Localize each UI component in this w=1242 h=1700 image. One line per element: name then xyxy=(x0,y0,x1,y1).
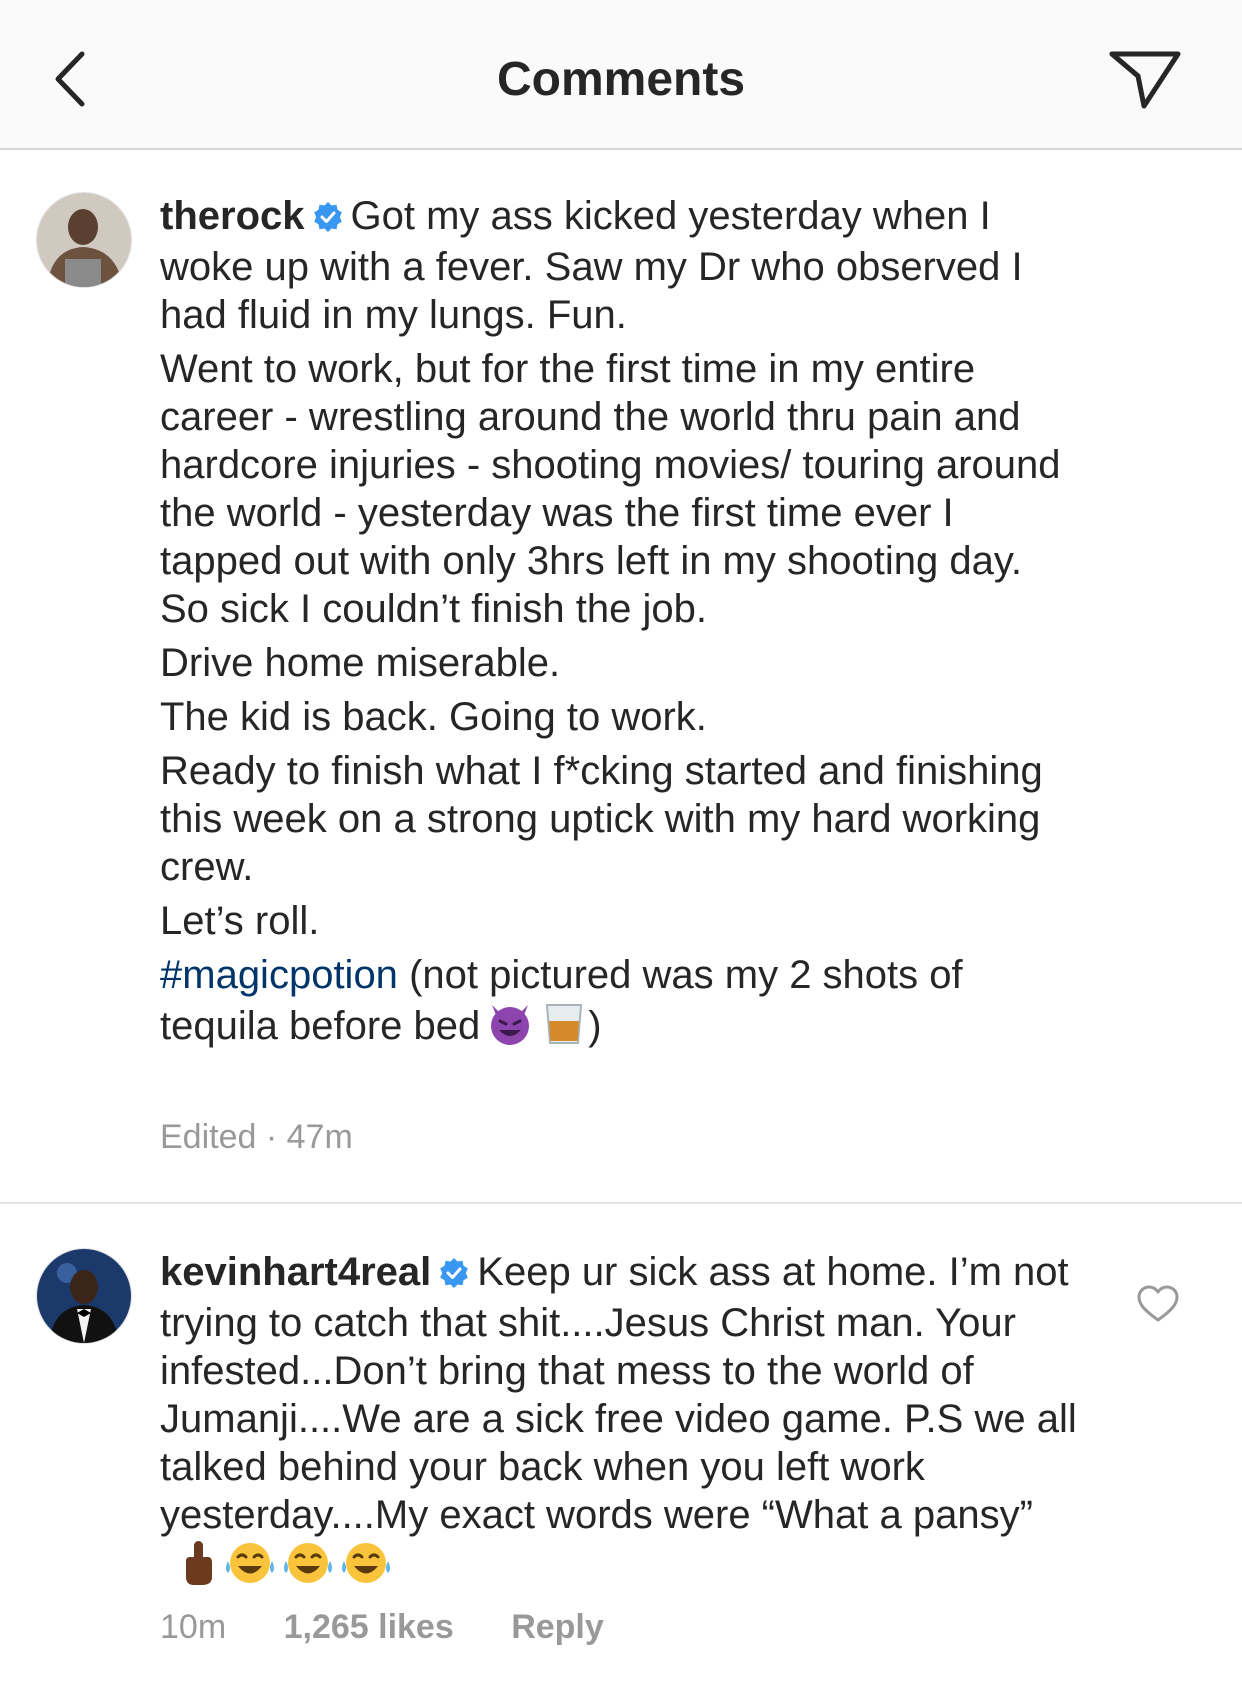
caption-paragraph: Ready to finish what I f*cking started a… xyxy=(160,749,1043,889)
caption-paragraph: therock Got my ass kicked yesterday when … xyxy=(160,194,1023,337)
tears-of-joy-icon xyxy=(224,1539,276,1598)
verified-badge-icon xyxy=(439,1251,469,1299)
divider xyxy=(0,1202,1242,1204)
hashtag-link[interactable]: #magicpotion xyxy=(160,953,398,997)
caption-paragraph: Drive home miserable. xyxy=(160,641,561,685)
tears-of-joy-icon xyxy=(340,1539,392,1598)
tumbler-glass-icon xyxy=(540,999,588,1058)
verified-badge-icon xyxy=(313,195,343,243)
heart-icon xyxy=(1137,1285,1179,1322)
caption-paragraph: The kid is back. Going to work. xyxy=(160,695,707,739)
username[interactable]: kevinhart4real xyxy=(160,1250,431,1294)
avatar[interactable] xyxy=(36,192,132,288)
edited-timestamp: Edited · 47m xyxy=(160,1118,353,1156)
comment-meta: 10m 1,265 likes Reply xyxy=(160,1608,652,1647)
caption-text: therock Got my ass kicked yesterday when … xyxy=(160,192,1080,1064)
comment-timestamp: 10m xyxy=(160,1608,227,1646)
top-bar: Comments xyxy=(0,0,1242,150)
middle-finger-icon xyxy=(178,1539,218,1598)
caption-paragraph: Went to work, but for the first time in … xyxy=(160,347,1061,631)
like-button[interactable] xyxy=(1136,1284,1180,1324)
username[interactable]: therock xyxy=(160,194,305,238)
caption-meta: Edited · 47m xyxy=(160,1118,401,1157)
tears-of-joy-icon xyxy=(282,1539,334,1598)
share-button[interactable] xyxy=(1104,44,1184,116)
caption-paragraph: Let’s roll. xyxy=(160,899,320,943)
likes-count[interactable]: 1,265 likes xyxy=(284,1608,454,1646)
caption-paragraph: #magicpotion (not pictured was my 2 shot… xyxy=(160,951,1080,1058)
page-title: Comments xyxy=(496,53,746,106)
avatar[interactable] xyxy=(36,1248,132,1344)
smiling-devil-icon xyxy=(486,999,534,1058)
comment-text: kevinhart4real Keep ur sick ass at home. … xyxy=(160,1248,1080,1604)
paper-plane-icon xyxy=(1109,51,1181,109)
reply-button[interactable]: Reply xyxy=(511,1608,604,1646)
